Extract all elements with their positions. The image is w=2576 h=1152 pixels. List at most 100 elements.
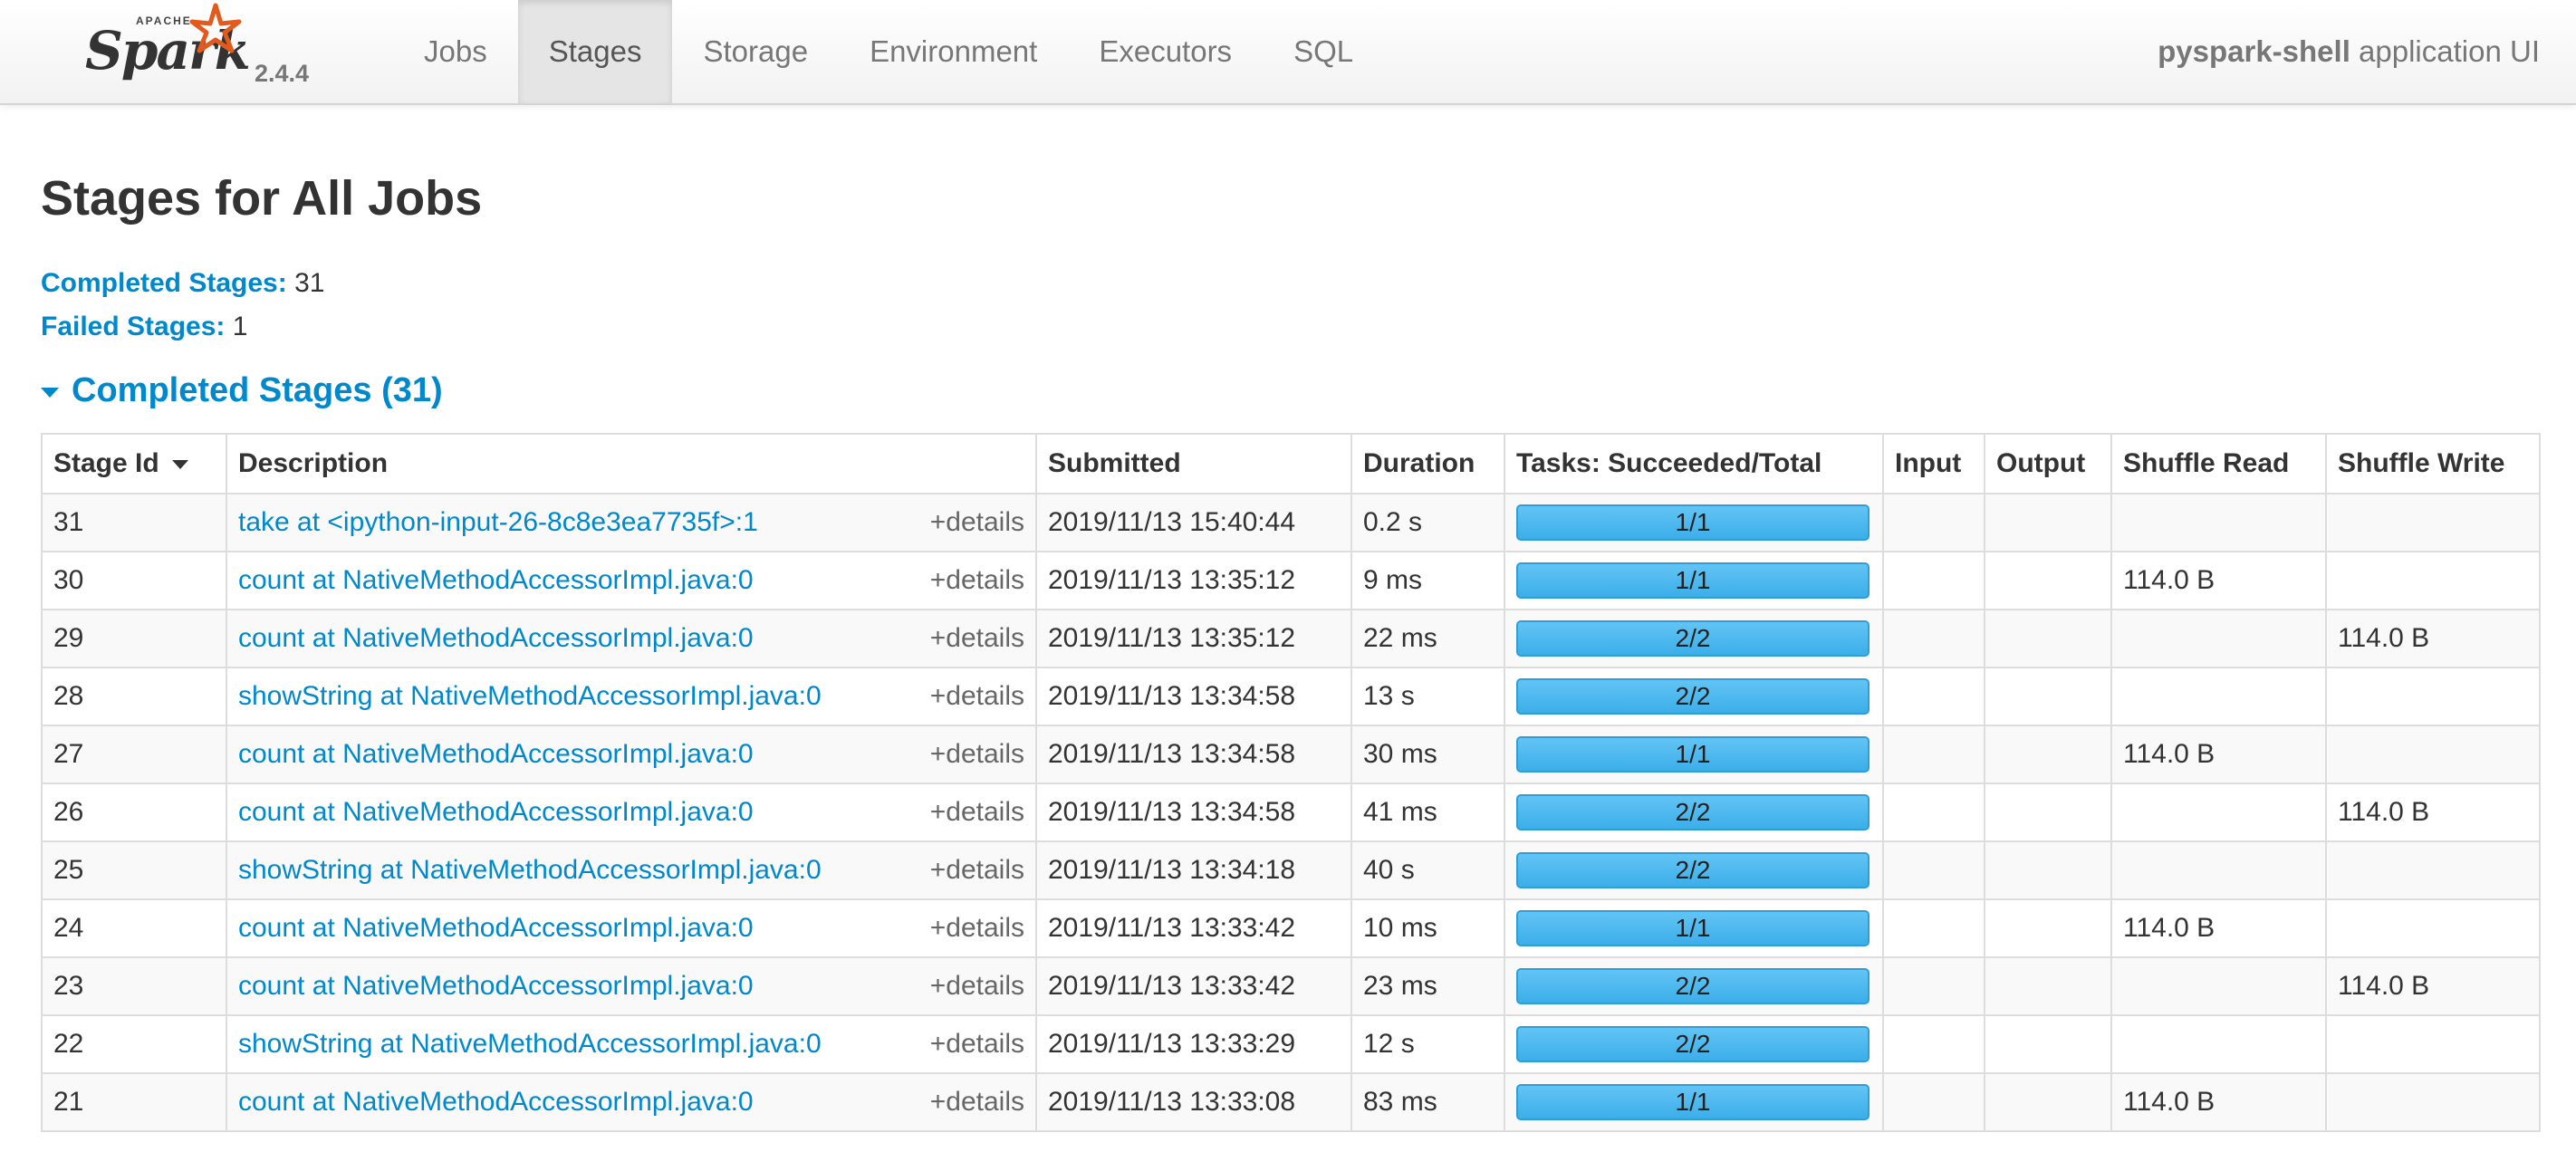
tab-sql[interactable]: SQL	[1263, 0, 1384, 103]
completed-stages-link[interactable]: Completed Stages:	[41, 268, 287, 298]
details-toggle[interactable]: +details	[930, 553, 1024, 608]
tasks-count: 1/1	[1675, 1088, 1711, 1116]
stage-description-link[interactable]: count at NativeMethodAccessorImpl.java:0	[238, 565, 754, 595]
description-cell: count at NativeMethodAccessorImpl.java:0…	[226, 956, 1037, 1016]
col-output[interactable]: Output	[1984, 433, 2112, 494]
output-cell	[1984, 956, 2112, 1016]
tasks-count: 2/2	[1675, 624, 1711, 652]
col-description[interactable]: Description	[226, 433, 1037, 494]
col-input[interactable]: Input	[1882, 433, 1985, 494]
input-cell	[1882, 493, 1985, 552]
stage-id-cell: 30	[41, 551, 227, 610]
details-toggle[interactable]: +details	[930, 727, 1024, 782]
spark-version: 2.4.4	[255, 60, 310, 87]
tasks-cell: 2/2	[1504, 609, 1884, 668]
tasks-count: 2/2	[1675, 798, 1711, 826]
input-cell	[1882, 840, 1985, 900]
details-toggle[interactable]: +details	[930, 495, 1024, 550]
shuffle-write-cell	[2325, 551, 2541, 610]
shuffle-write-cell	[2325, 725, 2541, 784]
details-toggle[interactable]: +details	[930, 785, 1024, 840]
completed-stages-toggle[interactable]: Completed Stages (31)	[41, 371, 443, 410]
tasks-count: 1/1	[1675, 914, 1711, 942]
col-duration[interactable]: Duration	[1350, 433, 1505, 494]
tab-executors[interactable]: Executors	[1068, 0, 1263, 103]
shuffle-read-cell	[2110, 493, 2327, 552]
submitted-cell: 2019/11/13 13:35:12	[1035, 551, 1352, 610]
details-toggle[interactable]: +details	[930, 843, 1024, 898]
stage-description-link[interactable]: count at NativeMethodAccessorImpl.java:0	[238, 913, 754, 943]
stage-description-link[interactable]: take at <ipython-input-26-8c8e3ea7735f>:…	[238, 507, 758, 537]
tasks-count: 1/1	[1675, 508, 1711, 536]
duration-cell: 0.2 s	[1350, 493, 1505, 552]
stage-description-link[interactable]: showString at NativeMethodAccessorImpl.j…	[238, 681, 822, 711]
shuffle-write-cell	[2325, 493, 2541, 552]
stage-description-link[interactable]: count at NativeMethodAccessorImpl.java:0	[238, 623, 754, 653]
completed-stages-summary: Completed Stages: 31	[41, 268, 324, 299]
col-shuffle-read[interactable]: Shuffle Read	[2110, 433, 2327, 494]
tasks-progress-bar: 2/2	[1516, 852, 1870, 888]
application-title: pyspark-shell application UI	[2158, 0, 2540, 103]
tasks-count: 1/1	[1675, 740, 1711, 768]
col-stage-id-label: Stage Id	[53, 448, 159, 478]
description-cell: count at NativeMethodAccessorImpl.java:0…	[226, 898, 1037, 958]
input-cell	[1882, 898, 1985, 958]
duration-cell: 22 ms	[1350, 609, 1505, 668]
shuffle-read-cell	[2110, 1014, 2327, 1074]
output-cell	[1984, 1014, 2112, 1074]
description-cell: count at NativeMethodAccessorImpl.java:0…	[226, 1072, 1037, 1132]
description-cell: count at NativeMethodAccessorImpl.java:0…	[226, 551, 1037, 610]
submitted-cell: 2019/11/13 13:34:58	[1035, 725, 1352, 784]
tasks-cell: 2/2	[1504, 840, 1884, 900]
stage-description-link[interactable]: count at NativeMethodAccessorImpl.java:0	[238, 739, 754, 769]
details-toggle[interactable]: +details	[930, 901, 1024, 955]
stage-description-link[interactable]: showString at NativeMethodAccessorImpl.j…	[238, 855, 822, 885]
tab-environment[interactable]: Environment	[839, 0, 1068, 103]
stage-id-cell: 31	[41, 493, 227, 552]
shuffle-write-cell	[2325, 840, 2541, 900]
details-toggle[interactable]: +details	[930, 959, 1024, 1013]
tasks-progress-bar: 2/2	[1516, 794, 1870, 830]
duration-cell: 12 s	[1350, 1014, 1505, 1074]
stage-description-link[interactable]: showString at NativeMethodAccessorImpl.j…	[238, 1029, 822, 1059]
spark-logo[interactable]: APACHE Spark 2.4.4	[80, 3, 324, 94]
output-cell	[1984, 840, 2112, 900]
completed-stages-heading: Completed Stages (31)	[72, 371, 443, 409]
output-cell	[1984, 898, 2112, 958]
tab-storage[interactable]: Storage	[672, 0, 839, 103]
shuffle-write-cell	[2325, 667, 2541, 726]
details-toggle[interactable]: +details	[930, 669, 1024, 724]
output-cell	[1984, 782, 2112, 842]
table-row: 30 count at NativeMethodAccessorImpl.java…	[41, 551, 2541, 610]
shuffle-read-cell: 114.0 B	[2110, 551, 2327, 610]
stage-description-link[interactable]: count at NativeMethodAccessorImpl.java:0	[238, 971, 754, 1001]
details-toggle[interactable]: +details	[930, 1017, 1024, 1071]
tasks-cell: 2/2	[1504, 782, 1884, 842]
duration-cell: 13 s	[1350, 667, 1505, 726]
shuffle-read-cell: 114.0 B	[2110, 898, 2327, 958]
submitted-cell: 2019/11/13 13:34:58	[1035, 667, 1352, 726]
details-toggle[interactable]: +details	[930, 1075, 1024, 1129]
tasks-count: 1/1	[1675, 566, 1711, 594]
stage-id-cell: 22	[41, 1014, 227, 1074]
col-submitted[interactable]: Submitted	[1035, 433, 1352, 494]
table-header-row: Stage Id Description Submitted Duration …	[41, 433, 2541, 494]
input-cell	[1882, 725, 1985, 784]
submitted-cell: 2019/11/13 13:33:42	[1035, 898, 1352, 958]
col-tasks[interactable]: Tasks: Succeeded/Total	[1504, 433, 1884, 494]
stage-id-cell: 24	[41, 898, 227, 958]
table-row: 23 count at NativeMethodAccessorImpl.java…	[41, 956, 2541, 1016]
caret-down-icon	[41, 388, 59, 398]
tab-jobs[interactable]: Jobs	[393, 0, 518, 103]
stage-description-link[interactable]: count at NativeMethodAccessorImpl.java:0	[238, 797, 754, 827]
col-shuffle-write[interactable]: Shuffle Write	[2325, 433, 2541, 494]
tasks-count: 2/2	[1675, 1030, 1711, 1058]
failed-stages-link[interactable]: Failed Stages:	[41, 312, 225, 341]
stage-description-link[interactable]: count at NativeMethodAccessorImpl.java:0	[238, 1087, 754, 1117]
description-cell: showString at NativeMethodAccessorImpl.j…	[226, 840, 1037, 900]
tasks-cell: 1/1	[1504, 1072, 1884, 1132]
details-toggle[interactable]: +details	[930, 611, 1024, 666]
col-stage-id[interactable]: Stage Id	[41, 433, 227, 494]
tasks-count: 2/2	[1675, 972, 1711, 1000]
tab-stages[interactable]: Stages	[517, 0, 673, 103]
